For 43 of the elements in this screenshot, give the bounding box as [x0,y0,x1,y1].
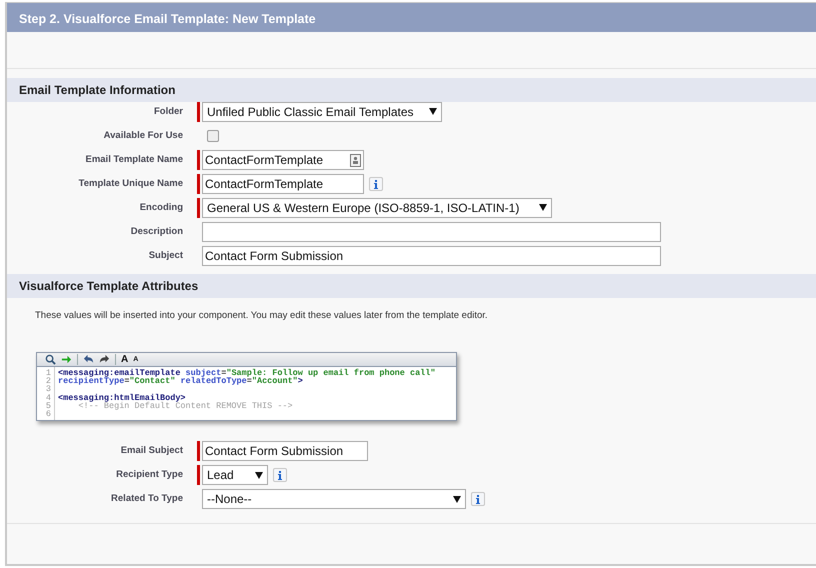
field-label: Related To Type [110,492,183,506]
input-field[interactable]: Contact Form Submission [202,441,368,462]
dropdown[interactable]: General US & Western Europe (ISO-8859-1, ISO-LATIN-1) [202,198,552,218]
line-number: 2 [44,377,51,386]
line-number: 4 [44,394,51,402]
dropdown[interactable]: Lead [202,465,268,486]
field-label: Description [130,225,183,239]
undo-icon[interactable] [83,354,94,365]
input-field[interactable] [202,222,661,242]
input-field[interactable]: ContactFormTemplate [202,150,364,170]
info-icon[interactable] [273,468,287,482]
info-icon[interactable] [471,492,485,506]
field-label: Encoding [138,201,183,215]
section-header: Email Template Information [7,78,816,102]
search-icon[interactable] [45,354,56,365]
code-line: <messaging:emailTemplate subject="Sample: Follow up email from phone call" [58,369,436,378]
dropdown[interactable]: --None-- [202,489,466,510]
code-line: recipientType="Contact" relatedToType="Account"> [58,377,304,386]
font-larger-button[interactable]: A [121,354,128,364]
field-label: Recipient Type [115,468,183,482]
checkbox[interactable] [207,130,219,142]
field-label: Email Subject [120,444,183,458]
input-field[interactable]: Contact Form Submission [202,246,661,266]
input-field[interactable]: ContactFormTemplate [202,174,364,194]
line-number: 3 [44,385,51,394]
line-number: 5 [44,402,51,410]
field-label: Email Template Name [84,153,183,167]
code-line: <messaging:htmlEmailBody> [58,394,186,402]
contact-card-icon[interactable] [350,154,361,166]
page-title: Step 2. Visualforce Email Template: New Template [7,3,816,32]
code-line: <!-- Begin Default Content REMOVE THIS --> [78,402,294,410]
redo-icon[interactable] [99,354,110,365]
field-label: Subject [148,249,183,263]
info-icon[interactable] [369,177,383,191]
field-label: Template Unique Name [78,177,183,191]
field-label: Available For Use [102,129,183,143]
line-number: 6 [44,410,51,418]
dropdown[interactable]: Unfiled Public Classic Email Templates [202,102,442,122]
intro-text: These values will be inserted into your component. You may edit these values later from the template editor. [35,310,488,321]
field-label: Folder [152,105,183,119]
right-arrow-icon[interactable] [61,354,72,365]
section-header: Visualforce Template Attributes [7,274,816,298]
line-number: 1 [44,369,51,378]
